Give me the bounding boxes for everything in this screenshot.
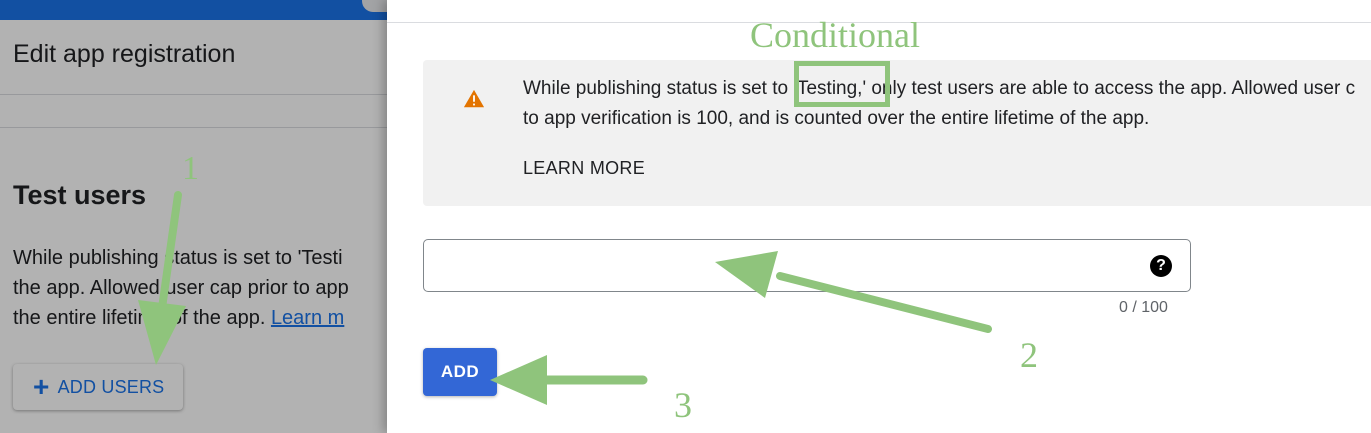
annotation-step-1: 1 <box>182 150 199 187</box>
learn-more-button[interactable]: LEARN MORE <box>523 158 645 179</box>
help-icon[interactable]: ? <box>1150 255 1172 277</box>
character-counter: 0 / 100 <box>1119 299 1168 316</box>
annotation-step-3: 3 <box>674 385 692 425</box>
notice-line: to app verification is 100, and is count… <box>523 108 1150 129</box>
notice-line: While publishing status is set to 'Testi… <box>523 78 1356 99</box>
notice-text: While publishing status is set to 'Testi… <box>523 74 1371 134</box>
testing-highlight-box <box>794 61 890 107</box>
user-email-field[interactable]: ? <box>423 239 1191 292</box>
testing-notice: While publishing status is set to 'Testi… <box>423 60 1371 206</box>
annotation-conditional: Conditional <box>750 15 920 55</box>
add-button[interactable]: ADD <box>423 348 497 396</box>
warning-icon <box>463 89 485 108</box>
annotation-step-2: 2 <box>1020 335 1038 375</box>
background-page: Edit app registration Test users While p… <box>0 0 387 433</box>
modal-scrim[interactable] <box>0 0 387 433</box>
user-email-input[interactable] <box>424 240 1144 291</box>
